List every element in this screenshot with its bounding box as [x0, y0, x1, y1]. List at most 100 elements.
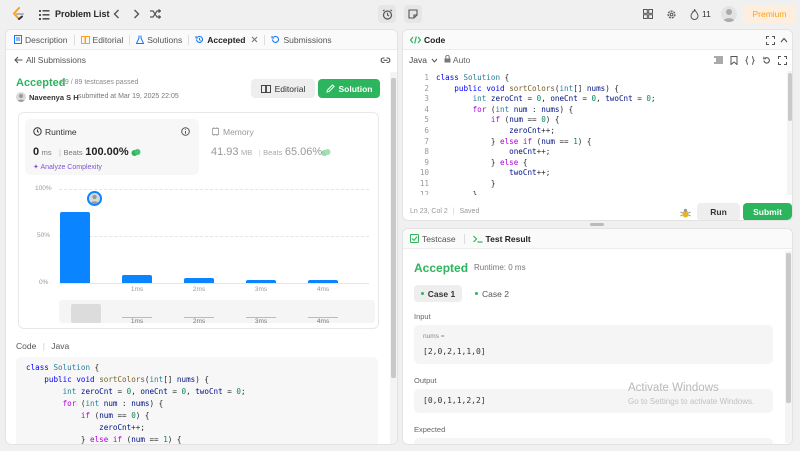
- chart-bar[interactable]: [122, 275, 152, 283]
- auto-mode-toggle[interactable]: Auto: [444, 55, 470, 65]
- braces-icon[interactable]: [745, 55, 755, 65]
- stats-card: Runtime 0 ms | Beats 100.00% ✦ Analyze C…: [18, 112, 379, 329]
- tab-editorial[interactable]: Editorial: [80, 35, 123, 45]
- result-status: Accepted: [414, 261, 469, 275]
- line-number: 12: [419, 189, 429, 195]
- format-icon[interactable]: [713, 55, 723, 65]
- chevron-down-icon: [431, 58, 438, 63]
- tab-divider: [129, 34, 131, 45]
- pass-dot-icon: [475, 292, 479, 295]
- chart-bar[interactable]: [246, 280, 276, 283]
- case-1-tab[interactable]: Case 1: [414, 285, 462, 302]
- line-number: 2: [424, 83, 429, 93]
- line-number: 1: [424, 73, 429, 82]
- problem-list-icon[interactable]: [38, 8, 50, 20]
- tab-divider: [73, 34, 75, 45]
- checkbox-icon: [410, 234, 419, 243]
- runtime-value: 0: [33, 146, 40, 158]
- tab-divider: [264, 34, 266, 45]
- editor-scrollbar-thumb[interactable]: [788, 73, 792, 121]
- editor-status: Ln 23, Col 2 | Saved: [410, 208, 479, 215]
- expected-box: [414, 438, 773, 444]
- panel-resize-handle[interactable]: [590, 223, 604, 226]
- tab-submissions[interactable]: Submissions: [271, 35, 332, 45]
- range-tick-label: 2ms: [184, 317, 214, 325]
- gear-icon[interactable]: [665, 8, 677, 20]
- save-status: Saved: [459, 208, 480, 215]
- chart-bar[interactable]: [308, 280, 338, 283]
- tab-solutions[interactable]: Solutions: [136, 35, 182, 45]
- beats-label: Beats: [63, 148, 83, 157]
- premium-button[interactable]: Premium: [743, 5, 796, 23]
- problem-list-link[interactable]: Problem List: [55, 9, 110, 19]
- terminal-icon: [472, 235, 483, 243]
- bookmark-icon[interactable]: [729, 55, 739, 65]
- timer-icon[interactable]: [378, 5, 396, 23]
- shuffle-icon[interactable]: [149, 8, 161, 20]
- code-label: Code: [16, 341, 37, 351]
- tab-code[interactable]: Code: [410, 35, 445, 45]
- editor-code-lines: class Solution { public void sortColors(…: [436, 73, 656, 195]
- code-editor[interactable]: 1 2 3 4 5 6 7 8 9 10 11 12 class Solution { public …: [403, 71, 787, 195]
- chevron-up-icon[interactable]: [779, 35, 789, 45]
- line-number: 9: [424, 157, 429, 167]
- submitted-time: submitted at Mar 19, 2025 22:05: [78, 93, 179, 100]
- case-2-tab[interactable]: Case 2: [469, 285, 515, 302]
- editorial-button[interactable]: Editorial: [251, 79, 315, 98]
- close-tab-icon[interactable]: [251, 36, 258, 43]
- left-scrollbar-thumb[interactable]: [391, 78, 396, 378]
- memory-unit: MB: [241, 148, 253, 157]
- divider: |: [59, 150, 61, 157]
- link-icon[interactable]: [379, 54, 391, 66]
- user-avatar[interactable]: [16, 92, 26, 102]
- arrow-left-icon[interactable]: [13, 55, 23, 65]
- chevron-left-icon[interactable]: [111, 8, 121, 20]
- input-box: [414, 325, 773, 364]
- run-button[interactable]: Run: [697, 203, 740, 220]
- user-name[interactable]: Naveenya S H: [29, 93, 79, 102]
- result-scrollbar-thumb[interactable]: [786, 253, 791, 403]
- x-tick-label: 4ms: [316, 286, 330, 293]
- line-number: 3: [424, 94, 429, 104]
- streak-count: 11: [702, 9, 711, 19]
- solution-button[interactable]: Solution: [318, 79, 380, 98]
- all-submissions-link[interactable]: All Submissions: [26, 55, 86, 65]
- divider: |: [42, 341, 45, 351]
- tab-testcase[interactable]: Testcase: [410, 234, 456, 244]
- line-number: 4: [424, 104, 429, 114]
- y-tick-label: 0%: [39, 279, 49, 286]
- chip-icon: [211, 127, 220, 136]
- reset-icon[interactable]: [761, 55, 771, 65]
- avatar[interactable]: [721, 6, 737, 22]
- history-icon: [271, 35, 280, 44]
- result-runtime: Runtime: 0 ms: [474, 263, 526, 272]
- notes-icon[interactable]: [404, 5, 422, 23]
- output-label: Output: [414, 376, 437, 385]
- submitted-code-block[interactable]: class Solution { public void sortColors(…: [16, 357, 378, 444]
- line-numbers: 1 2 3 4 5 6 7 8 9 10 11 12: [407, 73, 429, 195]
- submit-button[interactable]: Submit: [743, 203, 792, 220]
- description-icon: [14, 35, 22, 44]
- tab-description[interactable]: Description: [14, 35, 68, 45]
- cursor-position: Ln 23, Col 2: [410, 208, 448, 215]
- user-marker-avatar[interactable]: [87, 191, 102, 206]
- analyze-complexity-link[interactable]: ✦ Analyze Complexity: [33, 163, 102, 171]
- range-tick-label: 4ms: [308, 317, 338, 325]
- x-tick-labels: 1ms 2ms 3ms 4ms: [59, 286, 369, 296]
- tab-test-result[interactable]: Test Result: [472, 234, 531, 244]
- runtime-beats: 100.00%: [85, 146, 129, 158]
- info-icon[interactable]: [180, 126, 190, 136]
- chart-bar[interactable]: [60, 211, 90, 283]
- language-select[interactable]: Java: [409, 55, 438, 65]
- maximize-icon[interactable]: [765, 35, 775, 45]
- tab-accepted[interactable]: Accepted: [195, 35, 258, 45]
- fullscreen-icon[interactable]: [777, 55, 787, 65]
- top-bar: Problem List 11 Premium: [0, 0, 800, 28]
- fire-icon[interactable]: [689, 8, 699, 20]
- debug-bug-icon[interactable]: [679, 207, 691, 218]
- chart-bar[interactable]: [184, 278, 214, 283]
- chevron-right-icon[interactable]: [131, 8, 141, 20]
- leetcode-logo[interactable]: [11, 6, 25, 22]
- layout-grid-icon[interactable]: [642, 8, 654, 20]
- x-axis-line: [59, 283, 369, 284]
